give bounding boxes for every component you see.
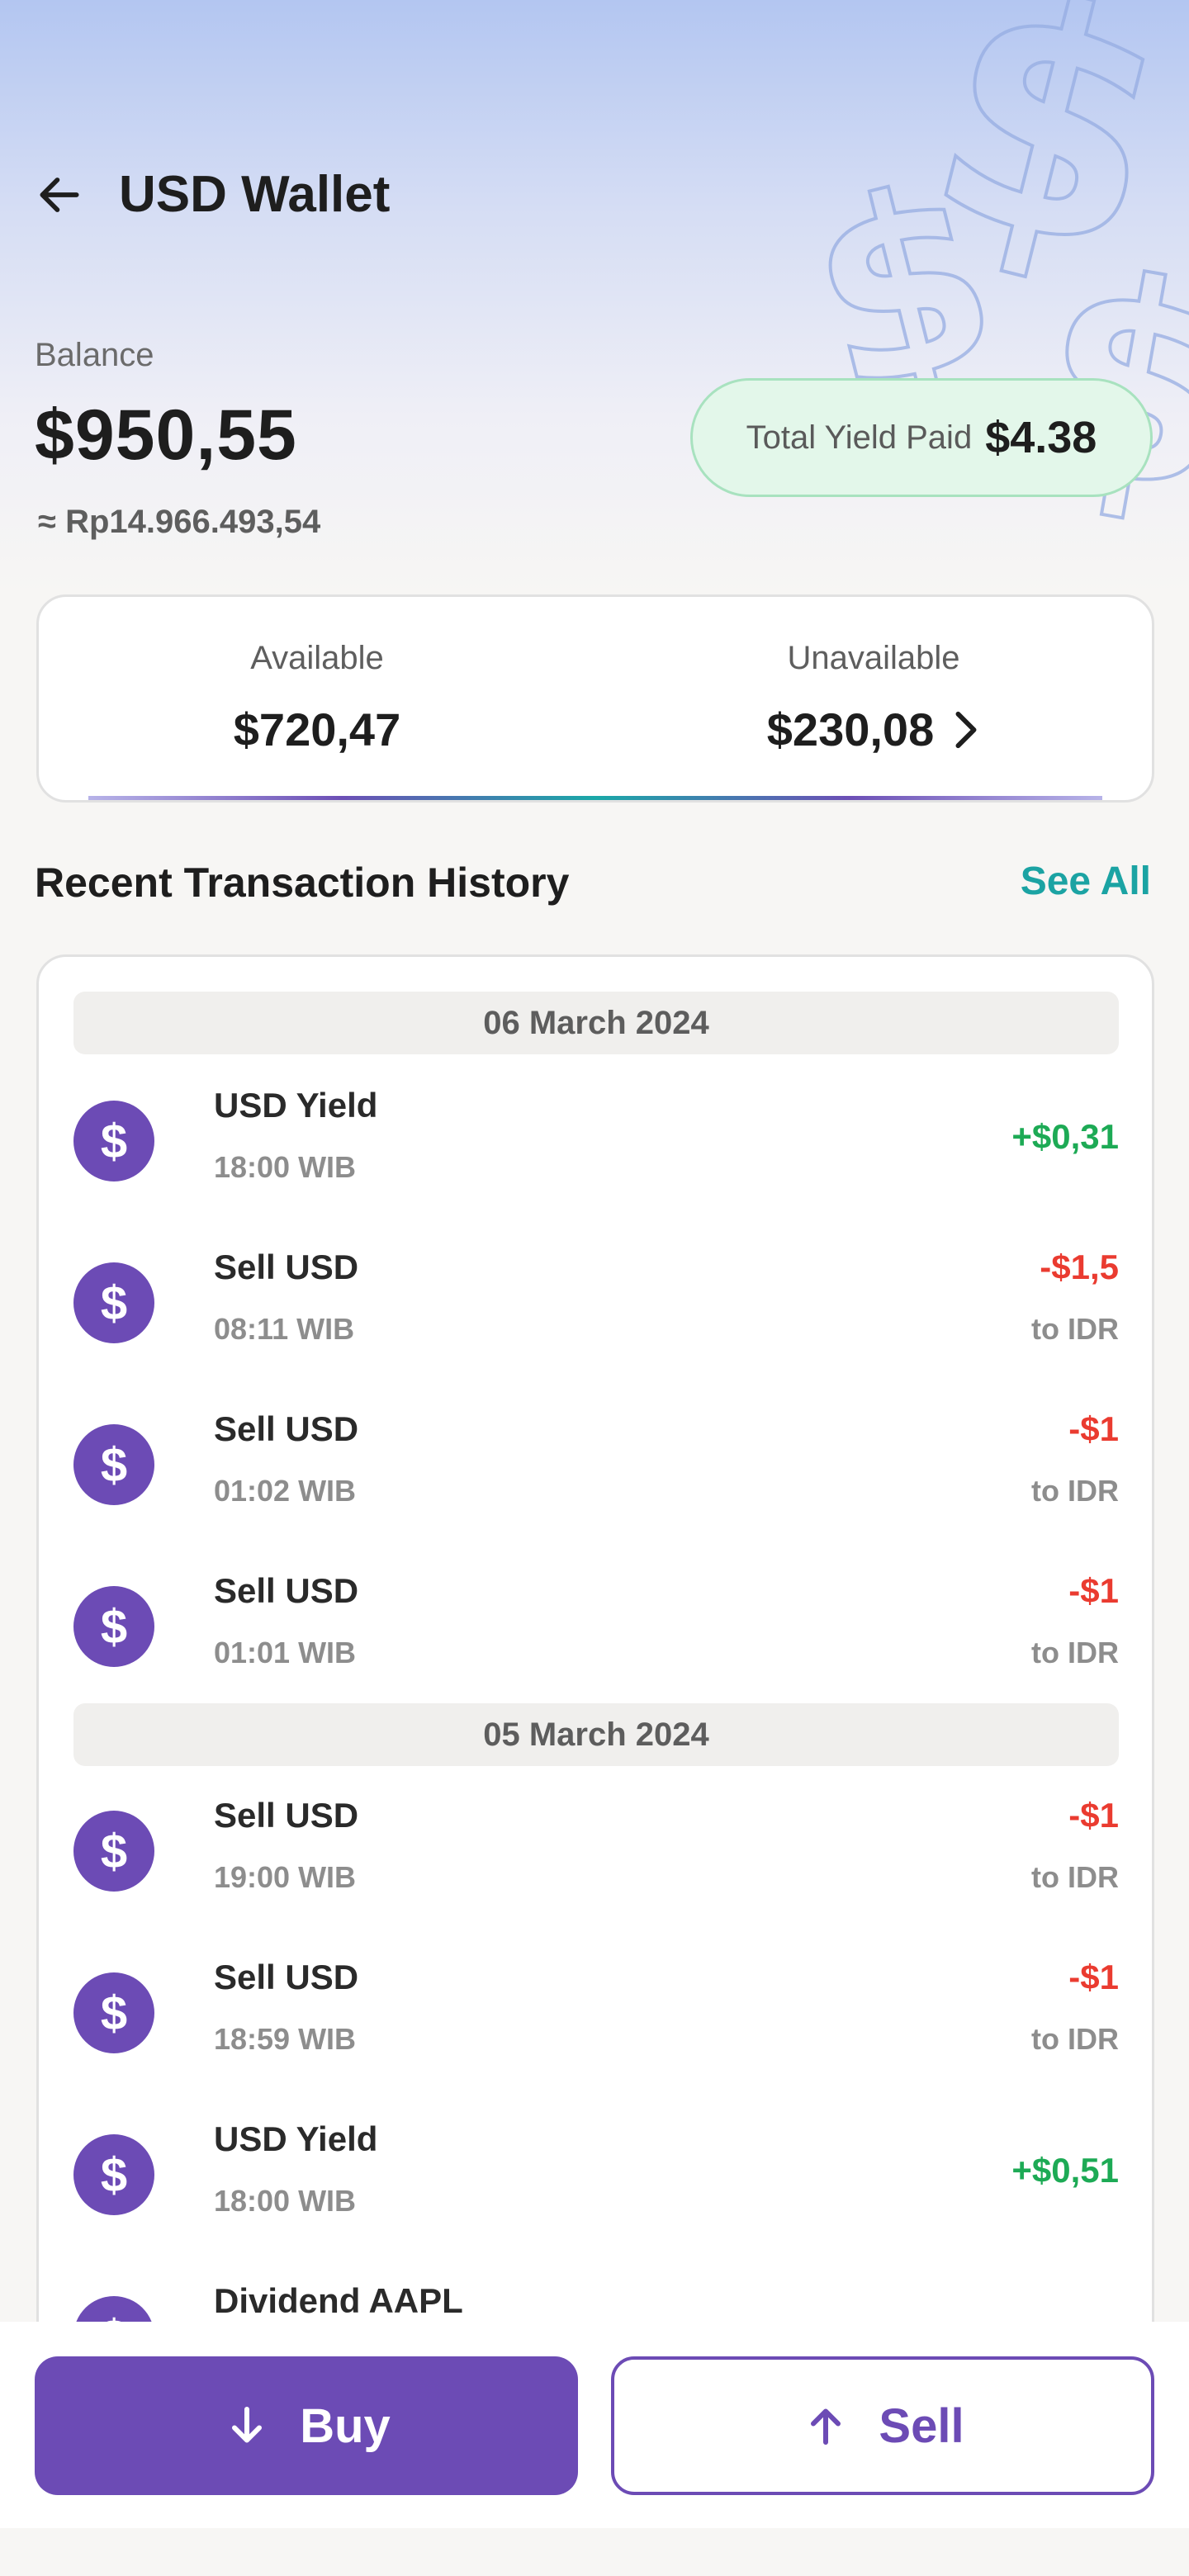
arrow-up-icon [811,2408,841,2445]
transaction-time: 08:11 WIB [214,1312,355,1346]
transaction-subtitle: to IDR [1031,1474,1119,1508]
unavailable-label: Unavailable [787,640,960,676]
sell-button[interactable]: Sell [611,2356,1154,2495]
transaction-amount: -$1,5 [1040,1248,1119,1286]
transaction-title: Sell USD [214,1796,359,1835]
chevron-right-icon [955,711,977,748]
dollar-icon: $ [73,1424,154,1505]
buy-button[interactable]: Buy [35,2356,578,2495]
date-header: 06 March 2024 [73,992,1119,1054]
yield-label: Total Yield Paid [746,419,973,456]
transaction-time: 18:59 WIB [214,2022,357,2056]
transaction-amount: +$0,51 [1011,2151,1119,2190]
unavailable-value-row[interactable]: $230,08 [595,703,1152,756]
date-header: 05 March 2024 [73,1703,1119,1766]
unavailable-value: $230,08 [766,703,935,755]
dollar-icon: $ [73,1101,154,1181]
transaction-amount: -$1 [1068,1958,1119,1996]
arrow-down-icon [232,2407,263,2443]
transaction-time: 01:02 WIB [214,1474,357,1508]
dollar-icon: $ [73,1972,154,2053]
balance-label: Balance [35,337,154,373]
transaction-row[interactable]: $ Sell USD 01:02 WIB -$1 to IDR [73,1409,1119,1533]
available-label: Available [250,640,384,676]
transaction-time: 18:00 WIB [214,1150,357,1184]
transaction-subtitle: to IDR [1031,1312,1119,1346]
transaction-title: Dividend AAPL [214,2281,463,2320]
transaction-time: 18:00 WIB [214,2184,357,2218]
transaction-subtitle: to IDR [1031,1860,1119,1894]
transaction-amount: -$1 [1068,1796,1119,1835]
dollar-icon: $ [73,1262,154,1343]
buy-label: Buy [300,2398,391,2453]
gradient-divider [88,796,1102,800]
transaction-row[interactable]: $ Sell USD 08:11 WIB -$1,5 to IDR [73,1248,1119,1371]
available-section: Available $720,47 [39,597,595,800]
transaction-title: Sell USD [214,1958,359,1996]
yield-value: $4.38 [985,413,1097,462]
balance-value: $950,55 [35,395,297,475]
balance-idr-equivalent: ≈ Rp14.966.493,54 [38,504,321,540]
transaction-amount: -$1 [1068,1571,1119,1610]
back-button[interactable] [33,168,86,221]
history-title: Recent Transaction History [35,859,570,906]
transaction-row[interactable]: $ Sell USD 19:00 WIB -$1 to IDR [73,1796,1119,1920]
transaction-row[interactable]: $ Sell USD 18:59 WIB -$1 to IDR [73,1958,1119,2081]
transaction-title: Sell USD [214,1571,359,1610]
transaction-row[interactable]: $ USD Yield 18:00 WIB +$0,31 [73,1086,1119,1210]
transaction-subtitle: to IDR [1031,2022,1119,2056]
transaction-list: 06 March 2024 $ USD Yield 18:00 WIB +$0,… [36,954,1154,2358]
transaction-title: USD Yield [214,1086,378,1125]
dollar-icon: $ [73,1586,154,1667]
transaction-title: Sell USD [214,1409,359,1448]
transaction-row[interactable]: $ Sell USD 01:01 WIB -$1 to IDR [73,1571,1119,1695]
sell-label: Sell [879,2398,964,2453]
unavailable-section[interactable]: Unavailable $230,08 [595,597,1152,800]
transaction-amount: +$0,31 [1011,1117,1119,1156]
see-all-link[interactable]: See All [1021,859,1151,904]
dollar-icon: $ [73,1811,154,1892]
availability-card: Available $720,47 Unavailable $230,08 [36,594,1154,803]
transaction-title: USD Yield [214,2119,378,2158]
transaction-subtitle: to IDR [1031,1636,1119,1669]
top-bar: USD Wallet [33,165,390,224]
page-title: USD Wallet [119,166,391,223]
transaction-time: 19:00 WIB [214,1860,357,1894]
available-value: $720,47 [233,703,401,755]
transaction-row[interactable]: $ USD Yield 18:00 WIB +$0,51 [73,2119,1119,2243]
dollar-icon: $ [73,2134,154,2215]
total-yield-badge: Total Yield Paid $4.38 [690,378,1153,497]
available-value-row: $720,47 [39,703,595,756]
transaction-amount: -$1 [1068,1409,1119,1448]
arrow-left-icon [40,177,79,212]
transaction-time: 01:01 WIB [214,1636,357,1669]
transaction-title: Sell USD [214,1248,359,1286]
action-bar: Buy Sell [0,2322,1189,2528]
